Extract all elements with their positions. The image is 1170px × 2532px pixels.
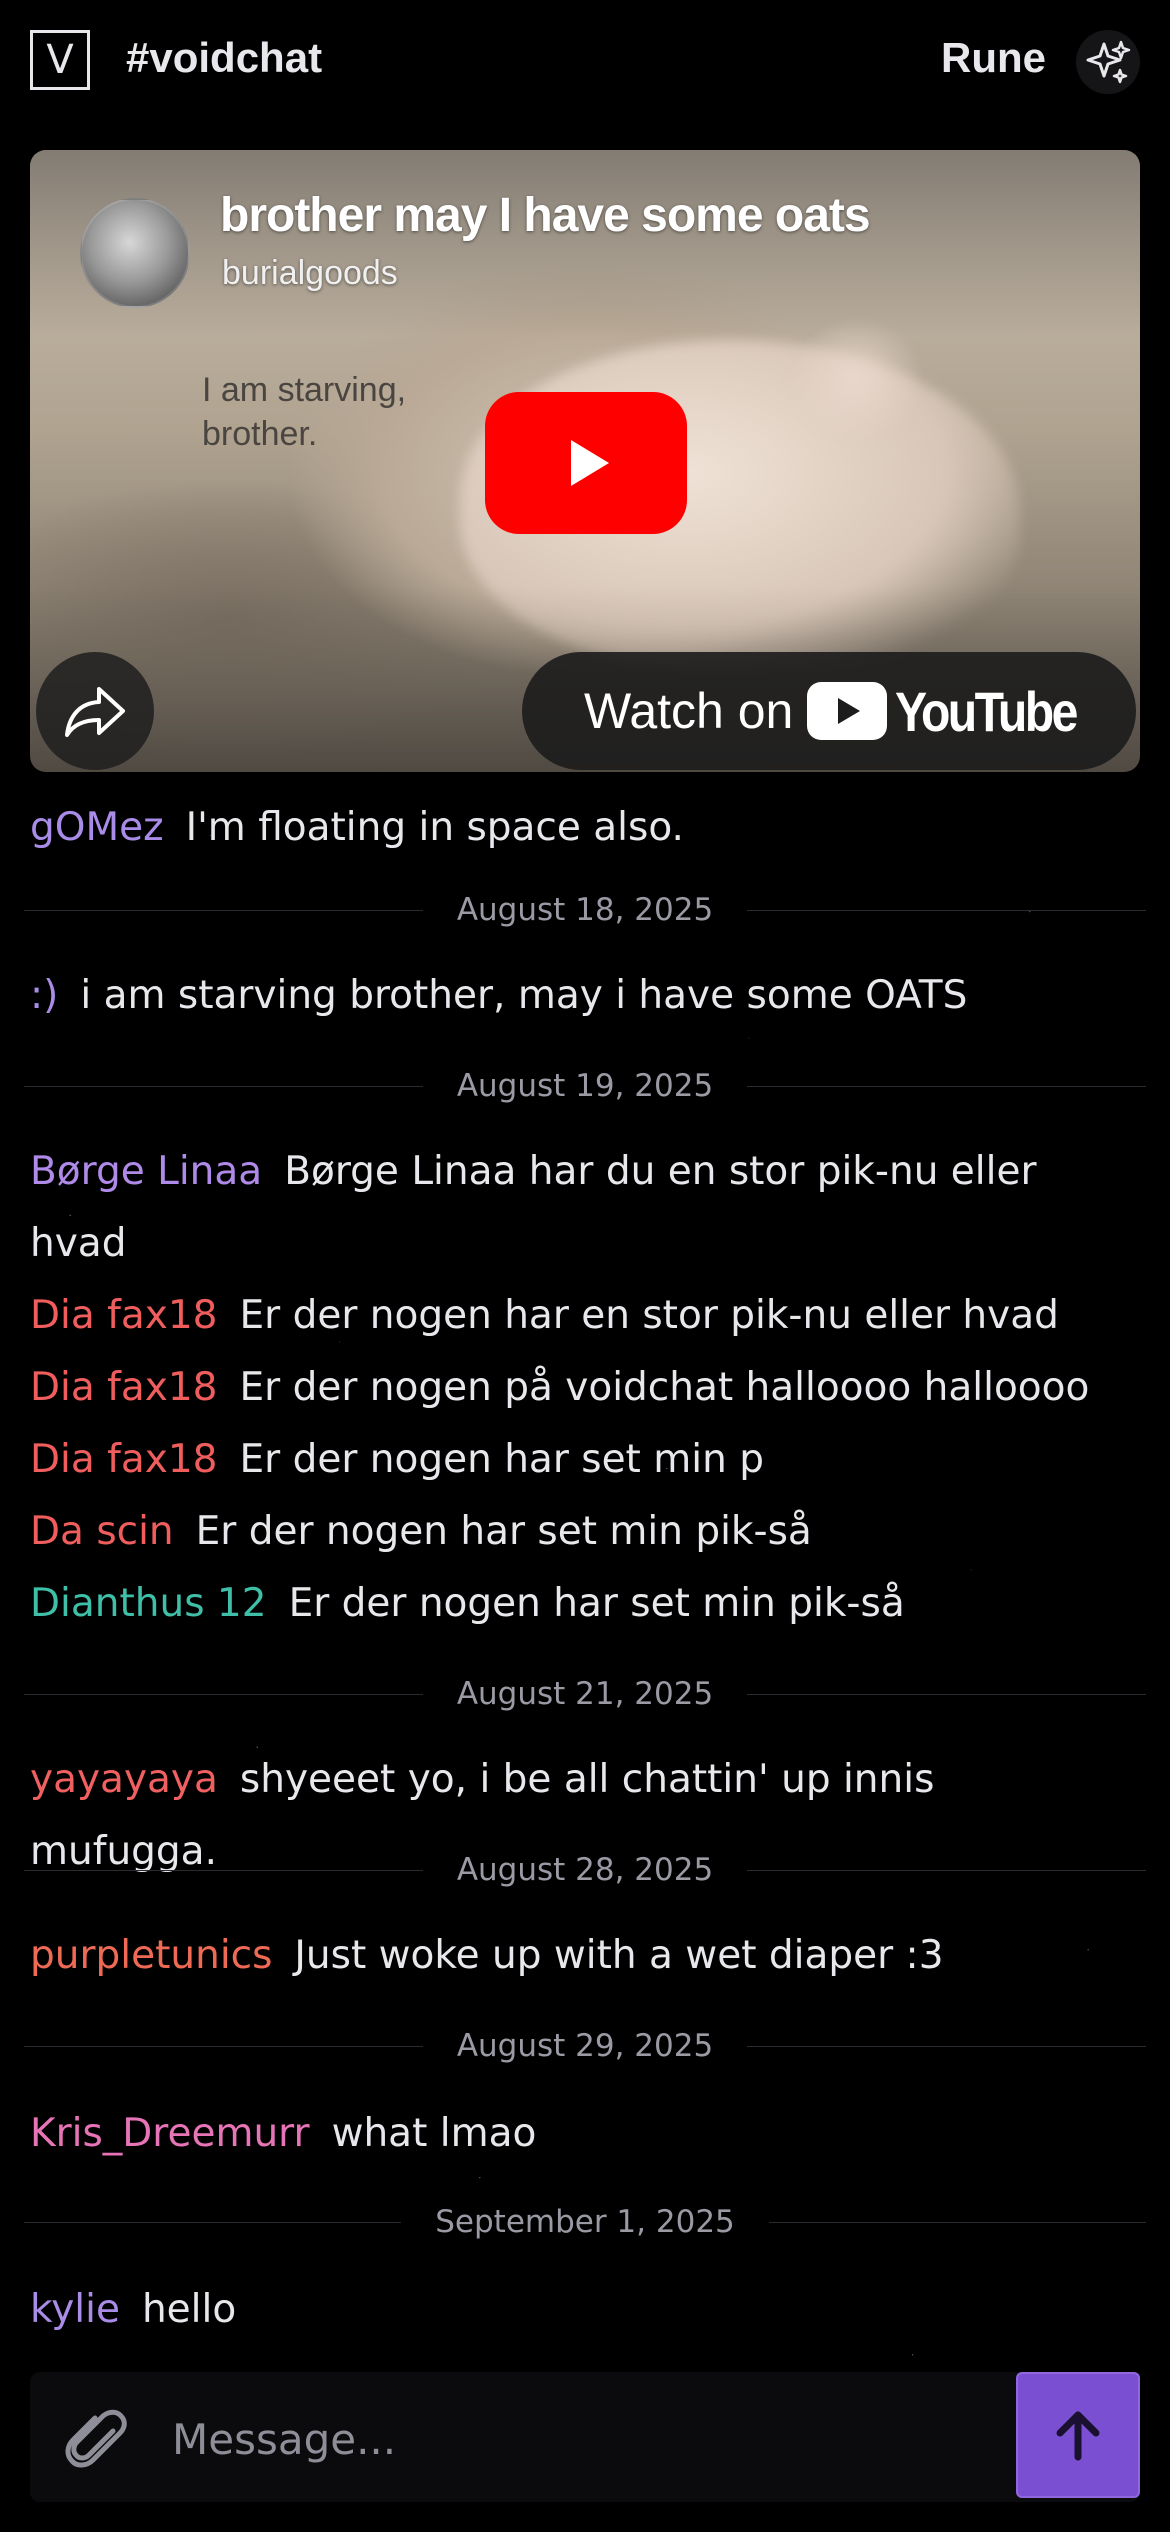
arrow-up-icon <box>1056 2411 1100 2461</box>
share-button[interactable] <box>36 652 154 770</box>
date-divider: August 18, 2025 <box>24 890 1147 930</box>
message-text: Er der nogen har set min pik-så <box>288 1581 905 1626</box>
chat-message: Børge Linaa Børge Linaa har du en stor pi… <box>30 1136 1130 1280</box>
chat-message: Dia fax18 Er der nogen på voidchat halloo… <box>30 1352 1130 1424</box>
send-button[interactable] <box>1016 2372 1140 2498</box>
message-text: hello <box>141 2287 237 2332</box>
message-composer <box>30 2372 1140 2502</box>
chat-message: kylie hello <box>30 2274 1130 2346</box>
divider-line <box>747 1693 1147 1695</box>
message-text: Er der nogen har set min p <box>239 1437 764 1482</box>
share-icon <box>65 687 125 737</box>
date-divider: September 1, 2025 <box>24 2202 1146 2242</box>
attach-button[interactable] <box>60 2400 136 2476</box>
message-author[interactable]: yayayaya <box>30 1757 218 1802</box>
divider-line <box>747 909 1147 911</box>
divider-line <box>24 1869 423 1871</box>
message-author[interactable]: Dia fax18 <box>30 1437 218 1482</box>
app-logo[interactable]: V <box>30 30 90 90</box>
message-author[interactable]: Kris_Dreemurr <box>30 2111 310 2156</box>
message-author[interactable]: Børge Linaa <box>30 1149 262 1194</box>
chat-message: :) i am starving brother, may i have some… <box>30 960 1130 1032</box>
chat-message: Dia fax18 Er der nogen har en stor pik-nu… <box>30 1280 1130 1352</box>
date-label: August 29, 2025 <box>456 2028 714 2064</box>
channel-title: #voidchat <box>126 34 323 81</box>
divider-line <box>24 909 423 911</box>
divider-line <box>24 1693 423 1695</box>
divider-line <box>24 2045 423 2047</box>
date-label: August 18, 2025 <box>456 892 714 928</box>
sparkles-icon[interactable] <box>1076 30 1140 94</box>
video-title[interactable]: brother may I have some oats <box>220 188 871 243</box>
message-text: Just woke up with a wet diaper :3 <box>294 1933 944 1978</box>
chat-message: Kris_Dreemurr what lmao <box>30 2098 1130 2170</box>
divider-line <box>747 1085 1147 1087</box>
youtube-play-icon <box>838 698 861 724</box>
message-author[interactable]: Dia fax18 <box>30 1293 218 1338</box>
play-icon <box>571 440 609 486</box>
message-input[interactable] <box>170 2396 994 2482</box>
chat-message: Dia fax18 Er der nogen har set min p <box>30 1424 1130 1496</box>
chat-message: Da scin Er der nogen har set min pik-så <box>30 1496 1130 1568</box>
message-author[interactable]: Dianthus 12 <box>30 1581 267 1626</box>
watch-on-label: Watch on <box>584 683 794 739</box>
message-author[interactable]: kylie <box>30 2287 120 2332</box>
date-label: September 1, 2025 <box>435 2204 735 2240</box>
channel-avatar[interactable] <box>80 198 190 308</box>
divider-line <box>747 1869 1147 1871</box>
youtube-embed[interactable]: I am starving, brother. brother may I ha… <box>30 150 1140 772</box>
date-label: August 19, 2025 <box>456 1068 714 1104</box>
date-label: August 21, 2025 <box>456 1676 714 1712</box>
date-divider: August 28, 2025 <box>24 1850 1147 1890</box>
divider-line <box>24 2221 402 2223</box>
message-text: I'm floating in space also. <box>185 805 684 850</box>
message-text: Er der nogen har set min pik-så <box>195 1509 812 1554</box>
message-text: Er der nogen på voidchat halloooo halloo… <box>239 1365 1090 1410</box>
date-divider: August 29, 2025 <box>24 2026 1147 2066</box>
youtube-logo-icon: YouTube <box>807 679 1105 744</box>
chat-message: purpletunics Just woke up with a wet diap… <box>30 1920 1130 1992</box>
date-divider: August 19, 2025 <box>24 1066 1147 1106</box>
message-author[interactable]: gOMez <box>30 805 164 850</box>
message-text: Er der nogen har en stor pik-nu eller hv… <box>239 1293 1059 1338</box>
divider-line <box>768 2221 1146 2223</box>
watch-on-youtube-button[interactable]: Watch on YouTube <box>522 652 1136 770</box>
message-text: i am starving brother, may i have some O… <box>80 973 968 1018</box>
message-author[interactable]: :) <box>30 973 58 1018</box>
paperclip-icon <box>65 2409 127 2468</box>
current-username[interactable]: Rune <box>941 34 1046 82</box>
play-button[interactable] <box>485 392 687 534</box>
chat-message: gOMez I'm floating in space also. <box>30 792 1130 864</box>
youtube-wordmark: YouTube <box>895 679 1078 743</box>
chat-message: Dianthus 12 Er der nogen har set min pik-… <box>30 1568 1130 1640</box>
video-channel-name[interactable]: burialgoods <box>222 254 398 293</box>
message-author[interactable]: purpletunics <box>30 1933 272 1978</box>
message-author[interactable]: Da scin <box>30 1509 174 1554</box>
youtube-mark <box>807 682 888 740</box>
date-divider: August 21, 2025 <box>24 1674 1147 1714</box>
sparkles-icon-glyph <box>1086 40 1131 84</box>
date-label: August 28, 2025 <box>456 1852 714 1888</box>
thumbnail-caption: I am starving, brother. <box>202 371 407 453</box>
divider-line <box>747 2045 1147 2047</box>
divider-line <box>24 1085 423 1087</box>
message-text: what lmao <box>331 2111 537 2156</box>
message-author[interactable]: Dia fax18 <box>30 1365 218 1410</box>
top-bar: V #voidchat Rune <box>0 0 1170 130</box>
